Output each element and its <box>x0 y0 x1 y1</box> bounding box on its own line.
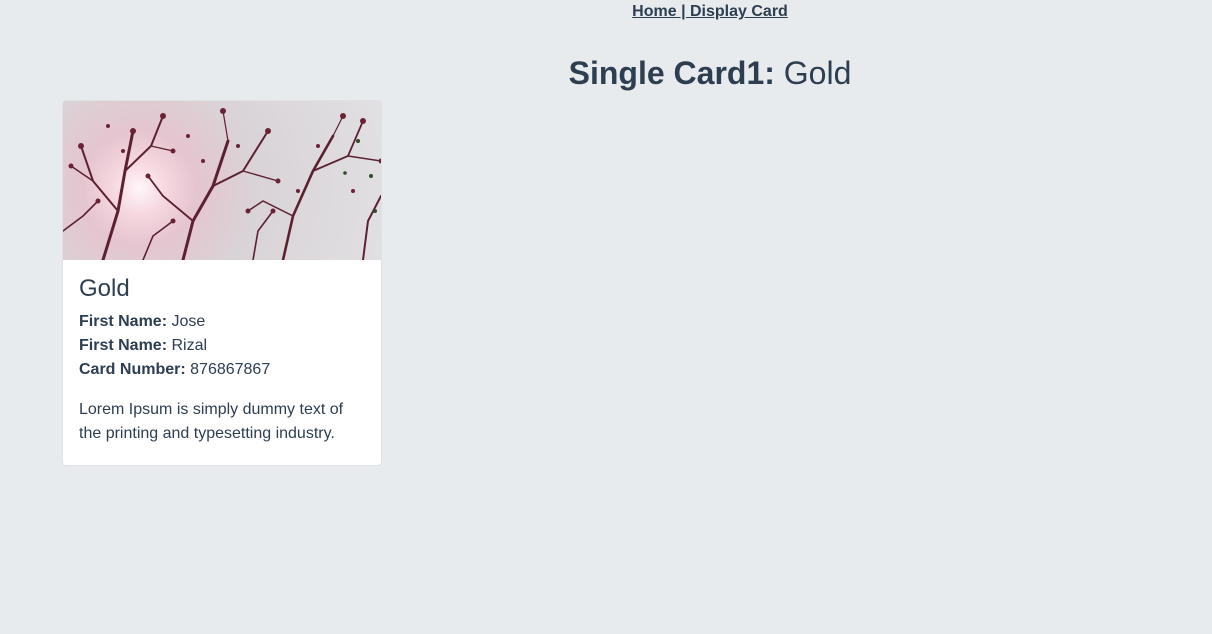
field-value: Rizal <box>171 337 208 354</box>
field-value: Jose <box>171 313 206 330</box>
field-label: First Name: <box>79 313 168 330</box>
page-title-prefix: Single Card1: <box>568 55 775 91</box>
card-field-first-name: First Name: Jose <box>79 310 365 334</box>
card-field-card-number: Card Number: 876867867 <box>79 358 365 382</box>
tree-branches-photo-icon <box>63 108 381 260</box>
home-link[interactable]: Home | <box>632 3 690 20</box>
field-label: Card Number: <box>79 361 186 378</box>
page-title-value: Gold <box>783 55 852 91</box>
card-title: Gold <box>79 275 130 302</box>
page-title: Single Card1: Gold <box>0 54 1212 92</box>
field-label: First Name: <box>79 337 168 354</box>
nav-separator: | <box>676 3 690 20</box>
top-nav: Home | Display Card <box>0 2 1212 22</box>
card-body: Gold First Name: Jose First Name: Rizal … <box>63 260 381 446</box>
home-link-label: Home <box>632 3 677 20</box>
card-image <box>63 101 381 260</box>
field-value: 876867867 <box>190 361 271 378</box>
card-field-first-name-2: First Name: Rizal <box>79 334 365 358</box>
card: Gold First Name: Jose First Name: Rizal … <box>62 100 382 466</box>
display-card-link[interactable]: Display Card <box>690 3 788 20</box>
display-card-link-label: Display Card <box>690 3 788 20</box>
card-description: Lorem Ipsum is simply dummy text of the … <box>79 401 344 442</box>
